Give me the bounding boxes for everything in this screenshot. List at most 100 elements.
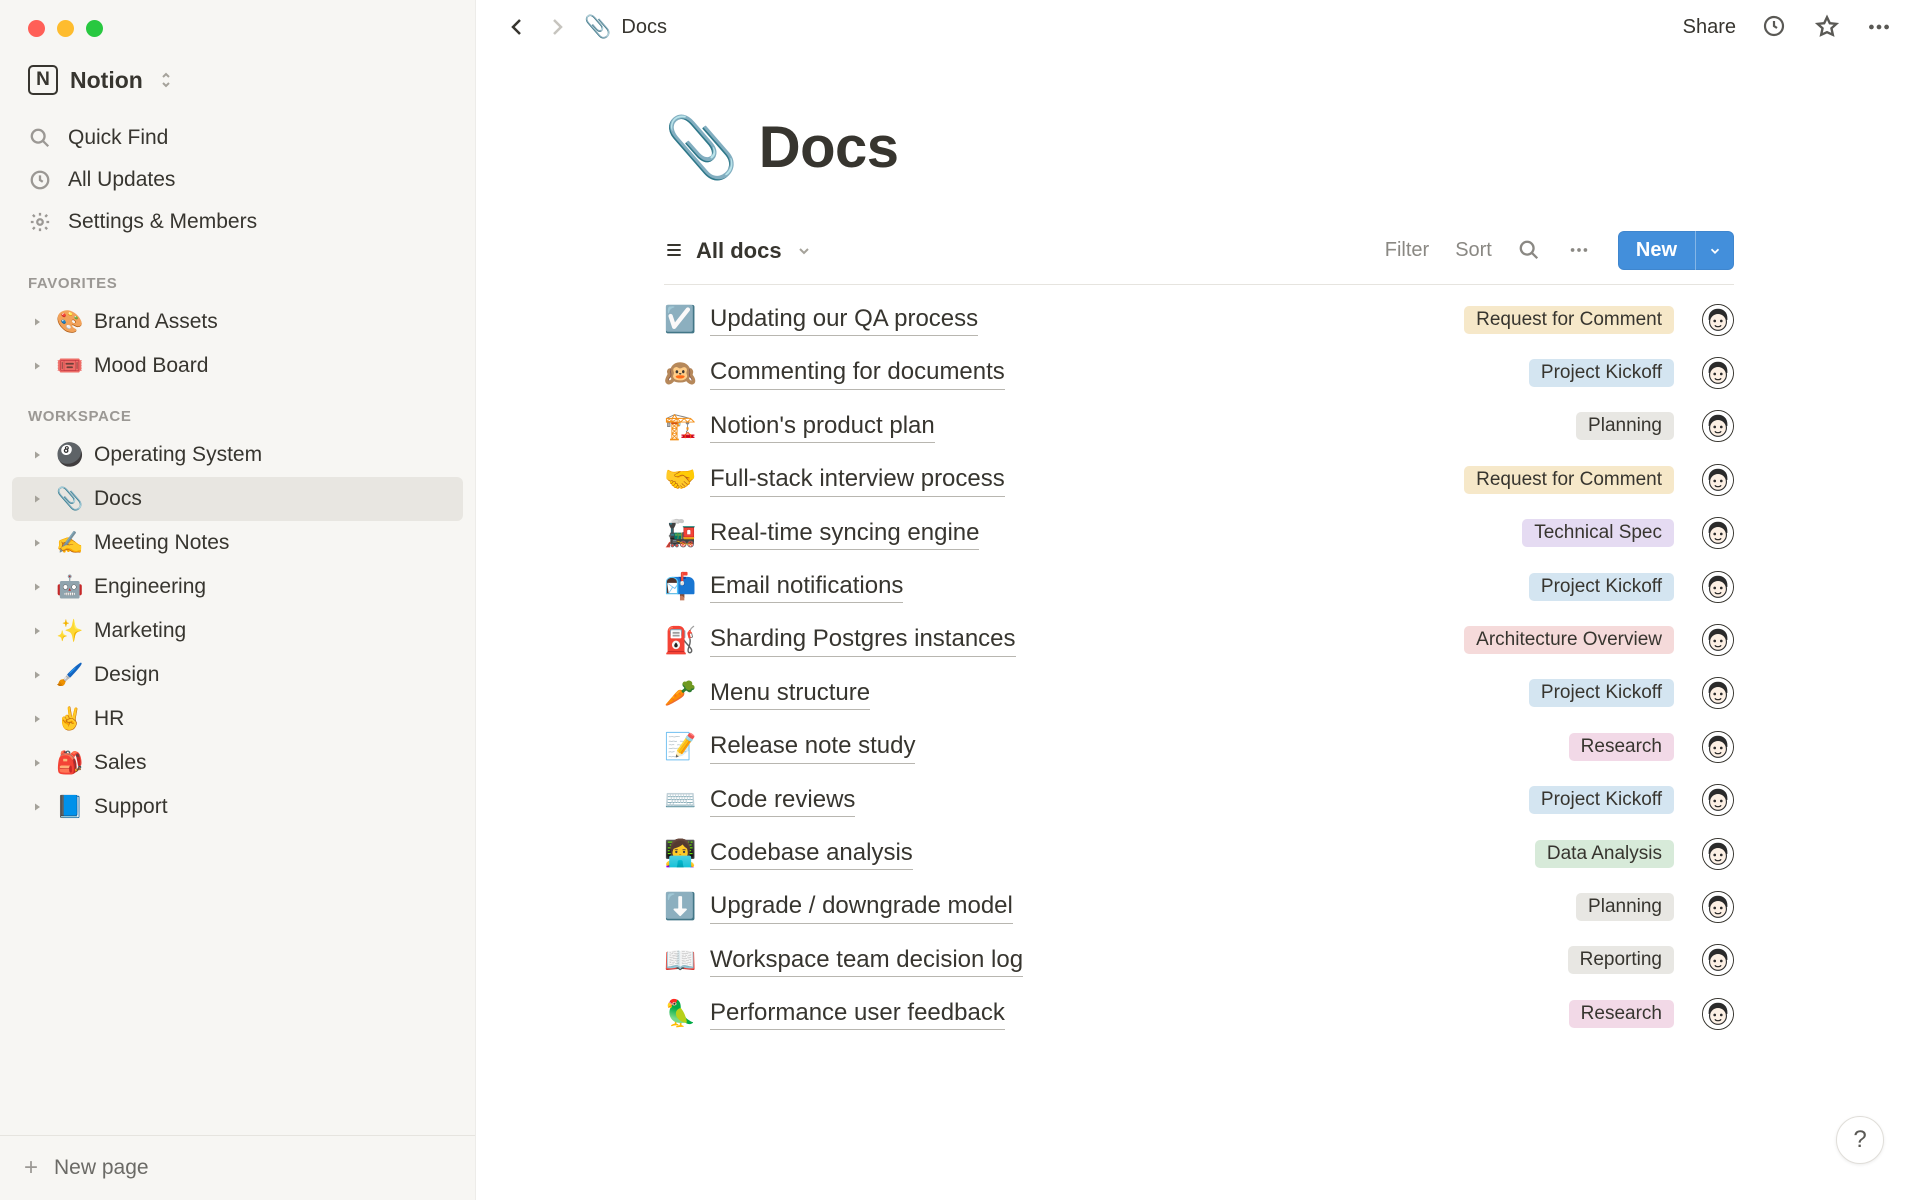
doc-author-avatar[interactable] — [1702, 357, 1734, 389]
maximize-window-button[interactable] — [86, 20, 103, 37]
page-body: 📎 Docs All docs Filter Sort — [664, 54, 1734, 1040]
doc-author-avatar[interactable] — [1702, 891, 1734, 923]
doc-title[interactable]: Full-stack interview process — [710, 463, 1005, 496]
doc-author-avatar[interactable] — [1702, 517, 1734, 549]
doc-author-avatar[interactable] — [1702, 410, 1734, 442]
doc-author-avatar[interactable] — [1702, 304, 1734, 336]
all-updates[interactable]: All Updates — [12, 159, 463, 201]
workspace-page-item[interactable]: 🎱Operating System — [12, 433, 463, 477]
workspace-page-item[interactable]: ✨Marketing — [12, 609, 463, 653]
doc-title[interactable]: Release note study — [710, 730, 915, 763]
doc-title[interactable]: Sharding Postgres instances — [710, 623, 1016, 656]
document-row[interactable]: 📖Workspace team decision logReporting — [664, 934, 1734, 987]
more-db-icon[interactable] — [1568, 239, 1592, 263]
disclosure-caret-icon[interactable] — [28, 534, 46, 552]
document-row[interactable]: 🏗️Notion's product planPlanning — [664, 400, 1734, 453]
search-db-icon[interactable] — [1518, 239, 1542, 263]
disclosure-caret-icon[interactable] — [28, 798, 46, 816]
doc-author-avatar[interactable] — [1702, 571, 1734, 603]
document-row[interactable]: ☑️Updating our QA processRequest for Com… — [664, 293, 1734, 346]
help-button[interactable]: ? — [1836, 1116, 1884, 1164]
quick-find-label: Quick Find — [68, 126, 168, 150]
document-row[interactable]: 📬Email notificationsProject Kickoff — [664, 560, 1734, 613]
doc-title[interactable]: Workspace team decision log — [710, 944, 1023, 977]
workspace-header: WORKSPACE — [0, 390, 475, 431]
workspace-logo: N — [28, 65, 58, 95]
workspace-switcher[interactable]: N Notion — [0, 47, 475, 113]
doc-title[interactable]: Code reviews — [710, 784, 855, 817]
doc-emoji: 🙉 — [664, 358, 696, 389]
quick-find[interactable]: Quick Find — [12, 117, 463, 159]
page-label: HR — [94, 707, 124, 731]
more-icon[interactable] — [1866, 14, 1892, 40]
page-icon[interactable]: 📎 — [664, 112, 739, 183]
top-nav: Quick Find All Updates Settings & Member… — [0, 113, 475, 257]
filter-button[interactable]: Filter — [1385, 239, 1429, 262]
minimize-window-button[interactable] — [57, 20, 74, 37]
nav-back-button[interactable] — [504, 14, 530, 40]
doc-title[interactable]: Updating our QA process — [710, 303, 978, 336]
disclosure-caret-icon[interactable] — [28, 313, 46, 331]
doc-title[interactable]: Notion's product plan — [710, 410, 935, 443]
breadcrumb[interactable]: 📎 Docs — [584, 14, 667, 40]
workspace-page-item[interactable]: 📎Docs — [12, 477, 463, 521]
doc-author-avatar[interactable] — [1702, 624, 1734, 656]
document-row[interactable]: 📝Release note studyResearch — [664, 720, 1734, 773]
view-picker[interactable]: All docs — [664, 238, 812, 264]
disclosure-caret-icon[interactable] — [28, 754, 46, 772]
doc-author-avatar[interactable] — [1702, 677, 1734, 709]
doc-title[interactable]: Upgrade / downgrade model — [710, 890, 1013, 923]
doc-title[interactable]: Performance user feedback — [710, 997, 1005, 1030]
disclosure-caret-icon[interactable] — [28, 357, 46, 375]
document-row[interactable]: 🦜Performance user feedbackResearch — [664, 987, 1734, 1040]
doc-title[interactable]: Real-time syncing engine — [710, 517, 979, 550]
disclosure-caret-icon[interactable] — [28, 490, 46, 508]
page-title-text[interactable]: Docs — [759, 114, 899, 181]
sort-button[interactable]: Sort — [1455, 239, 1492, 262]
doc-author-avatar[interactable] — [1702, 784, 1734, 816]
doc-title[interactable]: Email notifications — [710, 570, 903, 603]
favorite-item[interactable]: 🎨Brand Assets — [12, 300, 463, 344]
disclosure-caret-icon[interactable] — [28, 666, 46, 684]
doc-author-avatar[interactable] — [1702, 838, 1734, 870]
new-entry-button[interactable]: New — [1618, 231, 1734, 270]
doc-author-avatar[interactable] — [1702, 944, 1734, 976]
document-row[interactable]: ⛽Sharding Postgres instancesArchitecture… — [664, 613, 1734, 666]
favorite-icon[interactable] — [1814, 14, 1840, 40]
doc-author-avatar[interactable] — [1702, 998, 1734, 1030]
page-label: Design — [94, 663, 159, 687]
settings-members[interactable]: Settings & Members — [12, 201, 463, 243]
page-label: Meeting Notes — [94, 531, 229, 555]
page-label: Sales — [94, 751, 147, 775]
doc-title[interactable]: Codebase analysis — [710, 837, 913, 870]
workspace-page-item[interactable]: ✌️HR — [12, 697, 463, 741]
doc-author-avatar[interactable] — [1702, 731, 1734, 763]
doc-author-avatar[interactable] — [1702, 464, 1734, 496]
doc-title[interactable]: Menu structure — [710, 677, 870, 710]
disclosure-caret-icon[interactable] — [28, 446, 46, 464]
doc-title[interactable]: Commenting for documents — [710, 356, 1005, 389]
workspace-page-item[interactable]: ✍️Meeting Notes — [12, 521, 463, 565]
page-title: 📎 Docs — [664, 112, 1734, 183]
document-row[interactable]: 🥕Menu structureProject Kickoff — [664, 667, 1734, 720]
document-row[interactable]: ⌨️Code reviewsProject Kickoff — [664, 774, 1734, 827]
workspace-page-item[interactable]: 🖌️Design — [12, 653, 463, 697]
new-page-button[interactable]: + New page — [0, 1135, 475, 1200]
disclosure-caret-icon[interactable] — [28, 578, 46, 596]
document-row[interactable]: ⬇️Upgrade / downgrade modelPlanning — [664, 880, 1734, 933]
document-row[interactable]: 🙉Commenting for documentsProject Kickoff — [664, 346, 1734, 399]
nav-forward-button[interactable] — [544, 14, 570, 40]
workspace-page-item[interactable]: 🎒Sales — [12, 741, 463, 785]
favorite-item[interactable]: 🎟️Mood Board — [12, 344, 463, 388]
disclosure-caret-icon[interactable] — [28, 622, 46, 640]
document-row[interactable]: 🚂Real-time syncing engineTechnical Spec — [664, 507, 1734, 560]
workspace-page-item[interactable]: 📘Support — [12, 785, 463, 829]
document-row[interactable]: 👩‍💻Codebase analysisData Analysis — [664, 827, 1734, 880]
updates-icon[interactable] — [1762, 14, 1788, 40]
disclosure-caret-icon[interactable] — [28, 710, 46, 728]
new-button-dropdown[interactable] — [1695, 231, 1734, 270]
share-button[interactable]: Share — [1683, 16, 1736, 39]
workspace-page-item[interactable]: 🤖Engineering — [12, 565, 463, 609]
close-window-button[interactable] — [28, 20, 45, 37]
document-row[interactable]: 🤝Full-stack interview processRequest for… — [664, 453, 1734, 506]
